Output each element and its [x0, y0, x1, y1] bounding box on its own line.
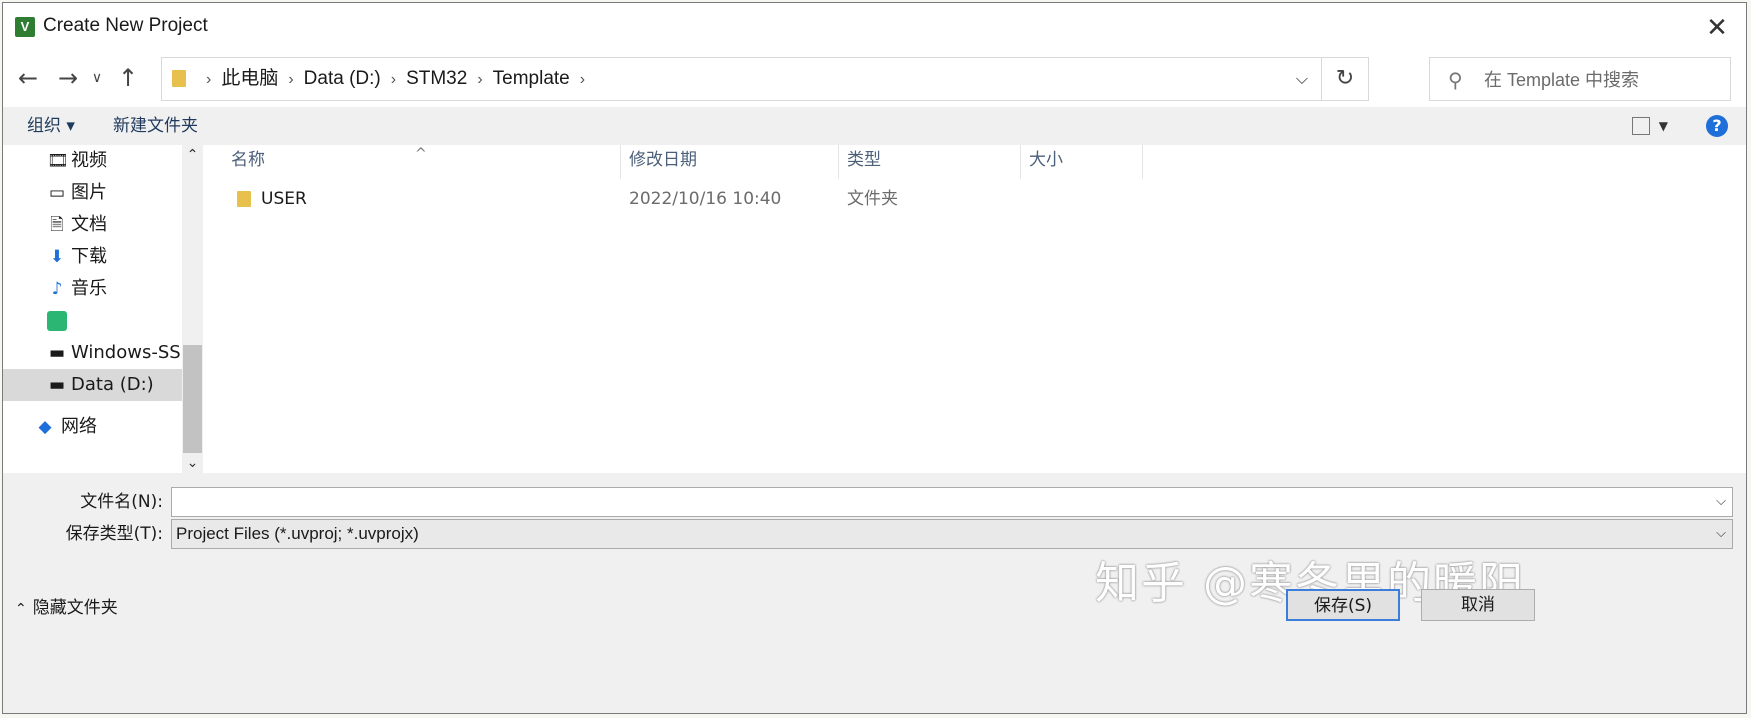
filename-input[interactable]: ⌵ — [171, 487, 1733, 517]
breadcrumb-template[interactable]: Template — [493, 68, 570, 89]
save-panel: 文件名(N): ⌵ 保存类型(T): Project Files (*.uvpr… — [3, 473, 1746, 713]
folder-icon — [237, 191, 251, 207]
filetype-select[interactable]: Project Files (*.uvproj; *.uvprojx) ⌵ — [171, 519, 1733, 549]
hide-folders-toggle[interactable]: ⌃ 隐藏文件夹 — [15, 593, 118, 618]
keil-app-icon: V — [15, 17, 35, 37]
command-toolbar: 组织 ▾ 新建文件夹 ▼ ? — [3, 107, 1746, 145]
chevron-up-icon: ⌃ — [15, 601, 27, 617]
sidebar-item-windows-ssd[interactable]: ▬ Windows-SSD — [3, 337, 183, 369]
up-button[interactable]: ↑ — [113, 63, 143, 93]
file-list: 名称 ^ 修改日期 类型 大小 USER 2022/10/16 10:40 文件… — [205, 145, 1746, 473]
recent-locations-button[interactable]: ∨ — [87, 63, 107, 93]
new-folder-button[interactable]: 新建文件夹 — [113, 107, 198, 145]
column-header-name[interactable]: 名称 ^ — [205, 145, 621, 179]
navigation-bar: ← → ∨ ↑ › 此电脑 › Data (D:) › STM32 › Template › ⌵… — [3, 55, 1746, 103]
breadcrumb: › 此电脑 › Data (D:) › STM32 › Template › — [196, 58, 595, 100]
back-button[interactable]: ← — [13, 63, 43, 93]
help-icon[interactable]: ? — [1706, 115, 1728, 137]
column-header-type[interactable]: 类型 — [839, 145, 1021, 179]
dialog-title: Create New Project — [43, 15, 208, 36]
search-box[interactable]: ⚲ — [1429, 57, 1731, 101]
chevron-right-icon: › — [477, 71, 483, 88]
filetype-label: 保存类型(T): — [65, 524, 163, 544]
breadcrumb-data-drive[interactable]: Data (D:) — [304, 68, 381, 89]
picture-icon: ▭ — [48, 183, 66, 203]
sidebar-item-data-drive[interactable]: ▬ Data (D:) — [3, 369, 183, 401]
refresh-button[interactable]: ↻ — [1321, 58, 1368, 100]
chevron-down-icon[interactable]: ⌵ — [1716, 520, 1726, 548]
forward-button[interactable]: → — [53, 63, 83, 93]
app-icon — [47, 311, 67, 331]
chevron-right-icon: › — [390, 71, 397, 88]
organize-menu-button[interactable]: 组织 ▾ — [27, 107, 75, 145]
file-name: USER — [261, 189, 307, 209]
create-project-dialog: V Create New Project ✕ ← → ∨ ↑ › 此电脑 › Data… — [2, 2, 1747, 714]
drive-icon: ▬ — [48, 343, 66, 363]
cancel-button[interactable]: 取消 — [1421, 589, 1535, 621]
filename-label: 文件名(N): — [80, 492, 163, 512]
sidebar-item-app[interactable] — [3, 305, 183, 337]
drive-icon: ▬ — [48, 375, 66, 395]
breadcrumb-stm32[interactable]: STM32 — [406, 68, 467, 89]
breadcrumb-this-pc[interactable]: 此电脑 — [221, 68, 278, 89]
column-header-modified[interactable]: 修改日期 — [621, 145, 839, 179]
title-bar: V Create New Project ✕ — [3, 3, 1746, 53]
download-icon: ⬇ — [49, 247, 65, 267]
file-type: 文件夹 — [847, 189, 898, 209]
chevron-down-icon[interactable]: ⌄ — [182, 453, 203, 473]
sidebar-item-network[interactable]: ◆ 网络 — [3, 411, 183, 443]
navigation-pane: 🎞 视频 ▭ 图片 🗎 文档 ⬇ 下载 ♪ 音乐 ▬ Windows-SSD ▬ — [3, 145, 203, 473]
document-icon: 🗎 — [50, 215, 64, 235]
network-icon: ◆ — [38, 417, 52, 437]
address-dropdown-icon[interactable]: ⌵ — [1284, 58, 1320, 100]
sidebar-item-downloads[interactable]: ⬇ 下载 — [3, 241, 183, 273]
chevron-up-icon[interactable]: ⌃ — [182, 145, 203, 165]
sidebar-scrollbar[interactable]: ⌃ ⌄ — [182, 145, 203, 473]
chevron-right-icon: › — [206, 71, 212, 88]
sidebar-item-documents[interactable]: 🗎 文档 — [3, 209, 183, 241]
chevron-down-icon[interactable]: ⌵ — [1716, 488, 1726, 516]
video-icon: 🎞 — [47, 151, 69, 171]
sidebar-item-videos[interactable]: 🎞 视频 — [3, 145, 183, 177]
sidebar-item-pictures[interactable]: ▭ 图片 — [3, 177, 183, 209]
column-header-size[interactable]: 大小 — [1021, 145, 1143, 179]
save-button[interactable]: 保存(S) — [1286, 589, 1400, 621]
address-bar[interactable]: › 此电脑 › Data (D:) › STM32 › Template › ⌵ ↻ — [161, 57, 1369, 101]
chevron-right-icon: › — [288, 71, 294, 88]
view-options-icon[interactable] — [1632, 117, 1650, 135]
close-button[interactable]: ✕ — [1700, 11, 1734, 45]
sidebar-item-music[interactable]: ♪ 音乐 — [3, 273, 183, 305]
chevron-right-icon[interactable]: › — [580, 71, 585, 88]
sort-ascending-icon: ^ — [415, 146, 427, 162]
music-icon: ♪ — [51, 279, 63, 299]
scrollbar-thumb[interactable] — [183, 345, 202, 453]
search-input[interactable] — [1482, 64, 1722, 96]
search-icon: ⚲ — [1448, 68, 1463, 92]
file-row-user[interactable]: USER 2022/10/16 10:40 文件夹 — [205, 183, 1746, 215]
file-modified: 2022/10/16 10:40 — [629, 189, 782, 209]
folder-icon — [172, 70, 186, 87]
view-dropdown-icon[interactable]: ▼ — [1659, 107, 1668, 145]
